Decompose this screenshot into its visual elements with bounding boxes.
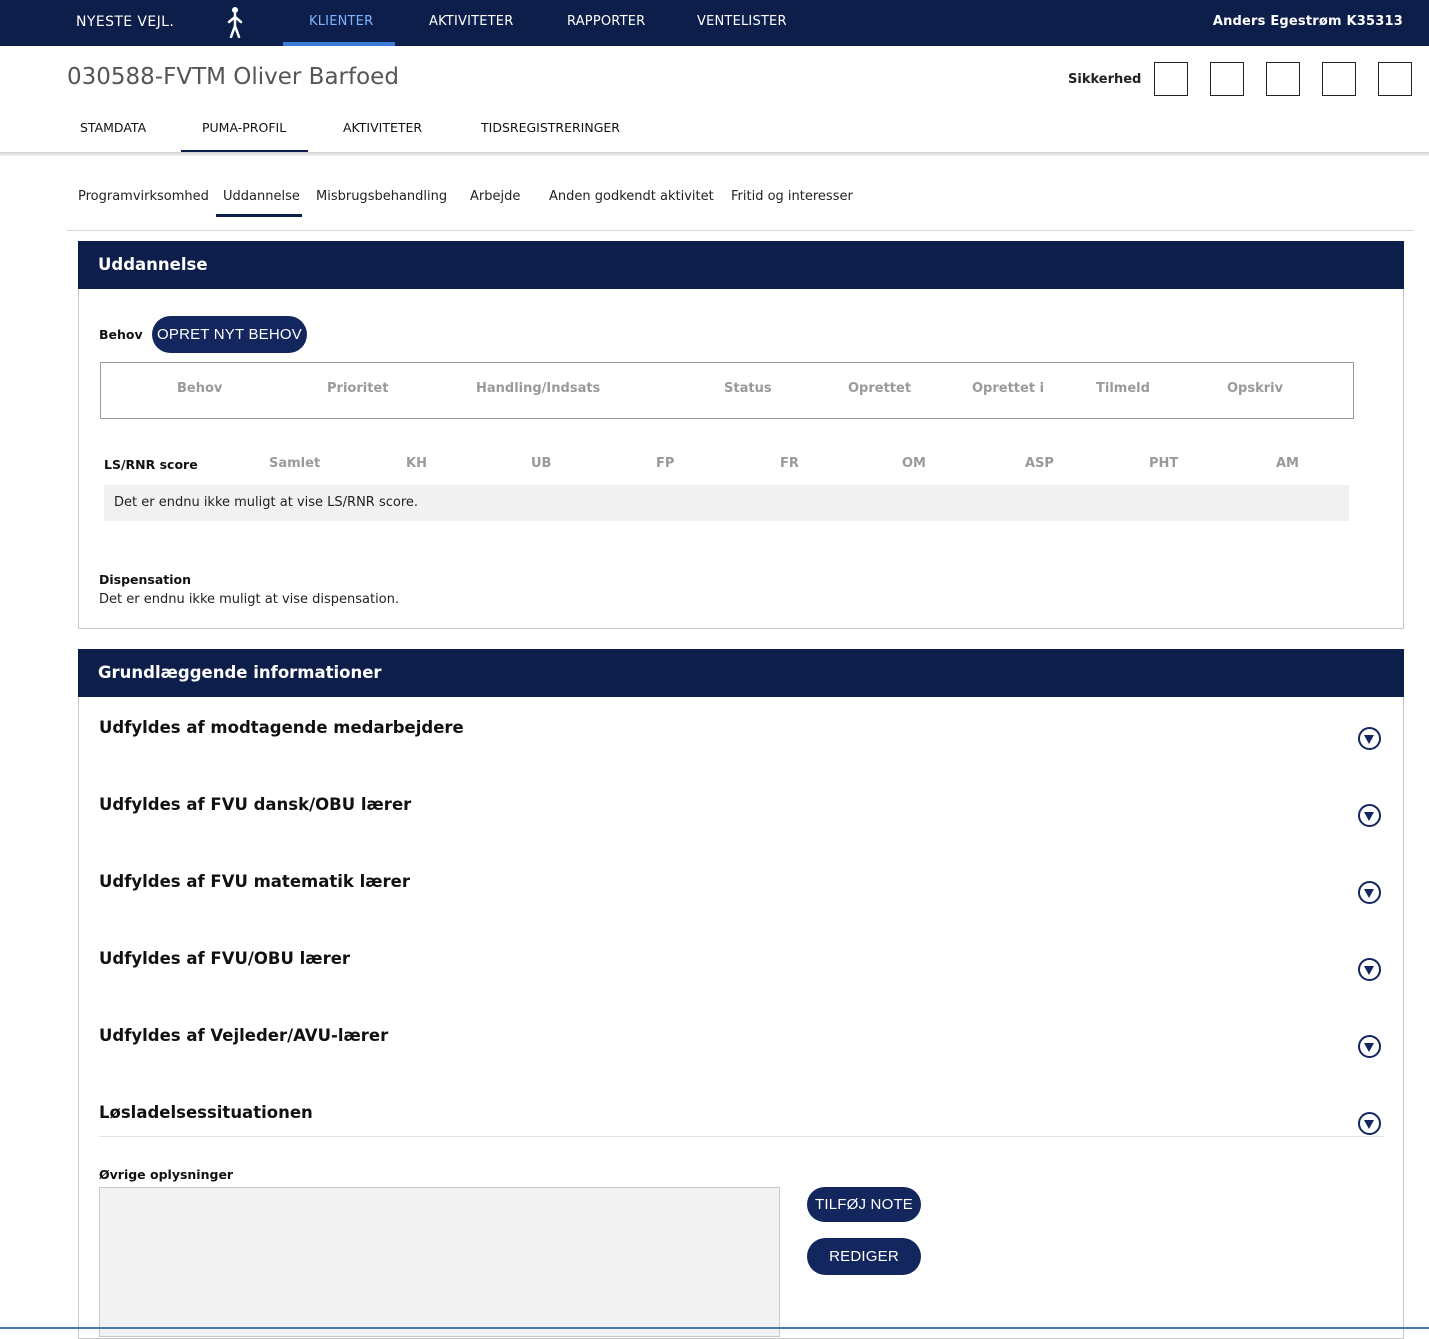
behov-column-header[interactable]: Opskriv	[1227, 381, 1283, 396]
accordion-title[interactable]: Udfyldes af Vejleder/AVU-lærer	[99, 1026, 388, 1045]
accordion-title[interactable]: Udfyldes af FVU/OBU lærer	[99, 949, 350, 968]
add-note-button[interactable]: TILFØJ NOTE	[807, 1187, 921, 1222]
chevron-down-circle-icon[interactable]	[1358, 1035, 1381, 1058]
nav-nyeste-vejl[interactable]: NYESTE VEJL.	[76, 0, 174, 46]
security-box-4[interactable]	[1322, 62, 1356, 96]
behov-column-header[interactable]: Tilmeld	[1096, 381, 1150, 396]
program-tab-fritid-og-interesser[interactable]: Fritid og interesser	[731, 189, 853, 204]
behov-column-header[interactable]: Oprettet	[848, 381, 911, 396]
nav-active-indicator	[283, 42, 395, 46]
person-walking-icon[interactable]	[224, 6, 246, 38]
score-column-header: FR	[780, 456, 799, 471]
behov-column-header[interactable]: Oprettet i	[972, 381, 1044, 396]
program-tab-misbrugsbehandling[interactable]: Misbrugsbehandling	[316, 189, 447, 204]
chevron-down-circle-icon[interactable]	[1358, 958, 1381, 981]
uddannelse-panel-header: Uddannelse	[78, 241, 1404, 289]
behov-column-header[interactable]: Handling/Indsats	[476, 381, 600, 396]
dispensation-label: Dispensation	[99, 572, 192, 587]
edit-button[interactable]: REDIGER	[807, 1238, 921, 1275]
score-label: LS/RNR score	[104, 457, 198, 472]
accordion-title[interactable]: Udfyldes af modtagende medarbejdere	[99, 718, 464, 737]
score-column-header: KH	[406, 456, 427, 471]
score-column-header: AM	[1276, 456, 1299, 471]
nav-tab-aktiviteter[interactable]: AKTIVITETER	[429, 0, 513, 46]
accordion-title[interactable]: Løsladelsessituationen	[99, 1103, 313, 1122]
nav-tab-ventelister[interactable]: VENTELISTER	[697, 0, 787, 46]
nav-tab-rapporter[interactable]: RAPPORTER	[567, 0, 645, 46]
security-box-2[interactable]	[1210, 62, 1244, 96]
chevron-down-circle-icon[interactable]	[1358, 727, 1381, 750]
program-tab-uddannelse[interactable]: Uddannelse	[223, 189, 300, 204]
accordion-title[interactable]: Udfyldes af FVU matematik lærer	[99, 872, 410, 891]
tab-aktiviteter[interactable]: AKTIVITETER	[343, 120, 422, 135]
dispensation-empty-message: Det er endnu ikke muligt at vise dispens…	[99, 592, 400, 607]
score-column-header: PHT	[1149, 456, 1179, 471]
header-divider	[0, 152, 1429, 156]
score-column-header: ASP	[1025, 456, 1054, 471]
client-title: 030588-FVTM Oliver Barfoed	[67, 64, 399, 90]
security-box-1[interactable]	[1154, 62, 1188, 96]
behov-table: Behov Prioritet Handling/Indsats Status …	[100, 362, 1354, 419]
behov-column-header[interactable]: Status	[724, 381, 772, 396]
program-tab-active-indicator	[216, 214, 302, 217]
behov-label: Behov	[99, 327, 143, 342]
create-behov-button[interactable]: OPRET NYT BEHOV	[152, 316, 307, 353]
grundlaeggende-panel: Grundlæggende informationer Udfyldes af …	[78, 649, 1404, 1339]
score-header-row: LS/RNR score Samlet KH UB FP FR OM ASP P…	[79, 456, 1405, 476]
program-tab-anden-godkendt-aktivitet[interactable]: Anden godkendt aktivitet	[549, 189, 714, 204]
security-label: Sikkerhed	[1068, 72, 1142, 87]
score-column-header: Samlet	[269, 456, 321, 471]
tab-puma-profil[interactable]: PUMA-PROFIL	[202, 120, 286, 135]
behov-column-header[interactable]: Behov	[177, 381, 222, 396]
chevron-down-circle-icon[interactable]	[1358, 881, 1381, 904]
client-tabs: STAMDATA PUMA-PROFIL AKTIVITETER TIDSREG…	[0, 112, 1429, 154]
top-navigation: NYESTE VEJL. KLIENTER AKTIVITETER RAPPOR…	[0, 0, 1429, 46]
program-tabs: Programvirksomhed Uddannelse Misbrugsbeh…	[67, 180, 1414, 231]
uddannelse-panel: Uddannelse Behov OPRET NYT BEHOV Behov P…	[78, 241, 1404, 629]
chevron-down-circle-icon[interactable]	[1358, 1112, 1381, 1135]
behov-column-header[interactable]: Prioritet	[327, 381, 388, 396]
accordion-title[interactable]: Udfyldes af FVU dansk/OBU lærer	[99, 795, 411, 814]
accordion-divider	[99, 1136, 1384, 1137]
tab-stamdata[interactable]: STAMDATA	[80, 120, 146, 135]
grundlaeggende-panel-header: Grundlæggende informationer	[78, 649, 1404, 697]
score-column-header: OM	[902, 456, 926, 471]
score-column-header: FP	[656, 456, 675, 471]
security-box-5[interactable]	[1378, 62, 1412, 96]
notes-label: Øvrige oplysninger	[99, 1167, 234, 1182]
score-empty-message: Det er endnu ikke muligt at vise LS/RNR …	[104, 485, 1349, 521]
tab-tidsregistreringer[interactable]: TIDSREGISTRERINGER	[481, 120, 620, 135]
program-tab-programvirksomhed[interactable]: Programvirksomhed	[78, 189, 209, 204]
user-name[interactable]: Anders Egestrøm K35313	[1213, 0, 1403, 46]
nav-tab-klienter[interactable]: KLIENTER	[309, 0, 373, 46]
chevron-down-circle-icon[interactable]	[1358, 804, 1381, 827]
security-box-3[interactable]	[1266, 62, 1300, 96]
notes-textarea[interactable]	[99, 1187, 780, 1337]
score-column-header: UB	[531, 456, 552, 471]
program-tab-arbejde[interactable]: Arbejde	[470, 189, 520, 204]
